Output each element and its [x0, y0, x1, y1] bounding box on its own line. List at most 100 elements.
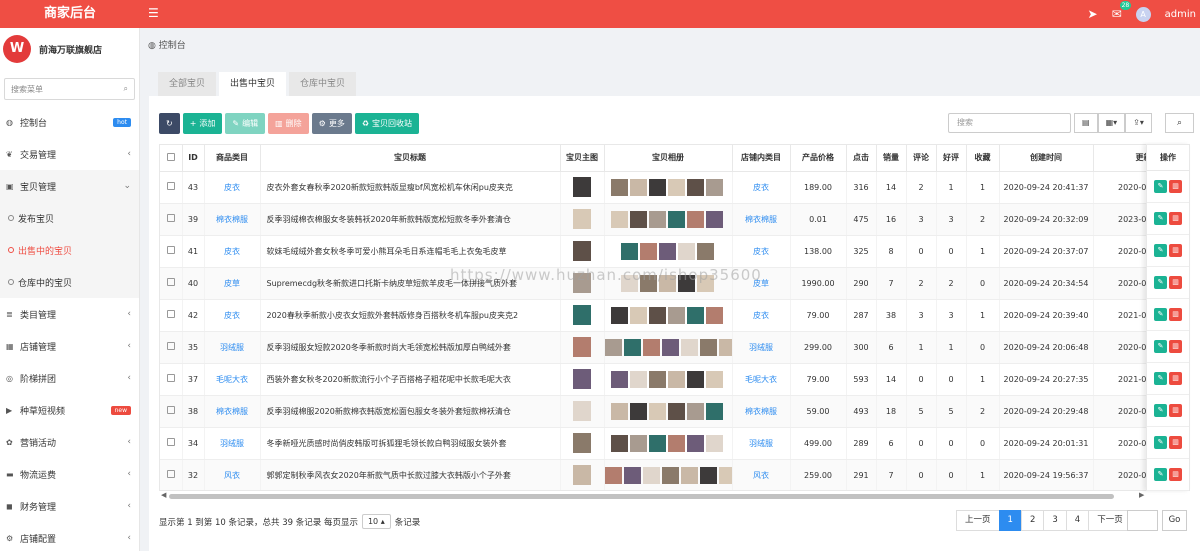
cell-shop-category[interactable]: 毛呢大衣 [732, 363, 791, 396]
tab-all[interactable]: 全部宝贝 [158, 72, 217, 96]
album-thumbnail[interactable] [687, 402, 704, 420]
scroll-left-arrow[interactable]: ◀ [161, 491, 166, 499]
message-icon[interactable]: ✉ 28 [1112, 1, 1132, 21]
cell-shop-category[interactable]: 棉衣棉服 [732, 203, 791, 236]
cell-category[interactable]: 羽绒服 [204, 427, 261, 460]
tab-on-sale[interactable]: 出售中宝贝 [219, 72, 287, 96]
menu-search-input[interactable]: 搜索菜单 ⌕ [4, 78, 135, 100]
album-thumbnail[interactable] [649, 434, 666, 452]
sidebar-item-2[interactable]: ❦ 交易管理 ‹ [0, 138, 139, 170]
album-thumbnail[interactable] [611, 370, 628, 388]
album-thumbnail[interactable] [604, 338, 622, 356]
album-thumbnail[interactable] [680, 466, 698, 484]
album-thumbnail[interactable] [630, 402, 647, 420]
album-thumbnail[interactable] [642, 338, 660, 356]
sidebar-subitem-3[interactable]: 仓库中的宝贝 [0, 266, 139, 298]
prev-page-button[interactable]: 上一页 [956, 510, 1000, 531]
album-thumbnail[interactable] [630, 370, 647, 388]
album-thumbnail[interactable] [668, 370, 685, 388]
album-thumbnail[interactable] [639, 242, 657, 260]
cell-main-image[interactable] [560, 459, 605, 490]
search-icon[interactable]: ⌕ [124, 84, 128, 94]
delete-row-button[interactable]: ▥ [1169, 340, 1182, 353]
album-thumbnail[interactable] [630, 178, 647, 196]
columns-button[interactable]: ▦▾ [1097, 113, 1126, 133]
album-thumbnail[interactable] [699, 466, 717, 484]
table-row[interactable]: 35 羽绒服 反季羽绒服女短款2020冬季新款时尚大毛领宽松韩版加厚白鸭绒外套 羽绒服… [160, 331, 1146, 364]
tab-warehouse[interactable]: 仓库中宝贝 [289, 72, 357, 96]
more-button[interactable]: ⚙ 更多 [311, 113, 352, 134]
go-button[interactable]: Go [1162, 510, 1187, 531]
table-row[interactable]: 38 棉衣棉服 反季羽绒棉服2020新款棉衣韩版宽松面包服女冬装外套短款棉袄清仓 棉衣… [160, 395, 1146, 428]
cell-category[interactable]: 风衣 [204, 459, 261, 490]
table-row[interactable]: 42 皮衣 2020春秋季新款小皮衣女短款外套韩版修身百搭秋冬机车服pu皮夹克2 皮衣… [160, 299, 1146, 332]
album-thumbnail[interactable] [620, 242, 638, 260]
add-button[interactable]: + 添加 [182, 113, 223, 134]
row-checkbox[interactable] [160, 459, 183, 490]
album-thumbnail[interactable] [668, 402, 685, 420]
cell-main-image[interactable] [560, 235, 605, 268]
album-thumbnail[interactable] [649, 370, 666, 388]
album-thumbnail[interactable] [630, 210, 647, 228]
page-4-button[interactable]: 4 [1065, 510, 1090, 531]
cell-shop-category[interactable]: 皮衣 [732, 299, 791, 332]
album-thumbnail[interactable] [611, 210, 628, 228]
delete-row-button[interactable]: ▥ [1169, 436, 1182, 449]
edit-row-button[interactable]: ✎ [1154, 340, 1167, 353]
delete-row-button[interactable]: ▥ [1169, 276, 1182, 289]
album-thumbnail[interactable] [623, 338, 641, 356]
page-2-button[interactable]: 2 [1020, 510, 1045, 531]
header-good-reviews[interactable]: 好评 [936, 145, 967, 172]
edit-button[interactable]: ✎ 编辑 [225, 113, 266, 134]
row-checkbox[interactable] [160, 395, 183, 428]
album-thumbnail[interactable] [699, 338, 717, 356]
page-1-button[interactable]: 1 [998, 510, 1022, 531]
album-thumbnail[interactable] [649, 402, 666, 420]
album-thumbnail[interactable] [604, 466, 622, 484]
cell-main-image[interactable] [560, 363, 605, 396]
cell-main-image[interactable] [560, 203, 605, 236]
sidebar-subitem-1[interactable]: 发布宝贝 [0, 202, 139, 234]
header-price[interactable]: 产品价格 [790, 145, 847, 172]
album-thumbnail[interactable] [687, 178, 704, 196]
album-thumbnail[interactable] [687, 434, 704, 452]
refresh-button[interactable]: ↻ [159, 113, 180, 134]
cell-main-image[interactable] [560, 299, 605, 332]
delete-row-button[interactable]: ▥ [1169, 404, 1182, 417]
edit-row-button[interactable]: ✎ [1154, 372, 1167, 385]
cell-category[interactable]: 毛呢大衣 [204, 363, 261, 396]
album-thumbnail[interactable] [668, 306, 685, 324]
cell-main-image[interactable] [560, 395, 605, 428]
album-thumbnail[interactable] [680, 338, 698, 356]
album-thumbnail[interactable] [649, 178, 666, 196]
advanced-search-button[interactable]: ⌕ [1165, 113, 1194, 133]
album-thumbnail[interactable] [668, 434, 685, 452]
album-thumbnail[interactable] [677, 242, 695, 260]
album-thumbnail[interactable] [706, 178, 723, 196]
edit-row-button[interactable]: ✎ [1154, 244, 1167, 257]
album-thumbnail[interactable] [687, 210, 704, 228]
album-thumbnail[interactable] [706, 434, 723, 452]
row-checkbox[interactable] [160, 235, 183, 268]
album-thumbnail[interactable] [668, 178, 685, 196]
album-thumbnail[interactable] [696, 242, 714, 260]
delete-row-button[interactable]: ▥ [1169, 212, 1182, 225]
album-thumbnail[interactable] [611, 306, 628, 324]
username[interactable]: admin [1165, 9, 1196, 20]
table-search-input[interactable]: 搜索 [948, 113, 1071, 133]
page-size-select[interactable]: 10 ▴ [361, 514, 391, 529]
cell-shop-category[interactable]: 风衣 [732, 459, 791, 490]
album-thumbnail[interactable] [611, 434, 628, 452]
scroll-right-arrow[interactable]: ▶ [1139, 491, 1144, 499]
row-checkbox[interactable] [160, 363, 183, 396]
cell-shop-category[interactable]: 羽绒服 [732, 427, 791, 460]
header-main-image[interactable]: 宝贝主图 [560, 145, 605, 172]
toggle-view-button[interactable]: ▤ [1074, 113, 1098, 133]
sidebar-item-11[interactable]: ⚙ 店铺配置 ‹ [0, 522, 139, 551]
edit-row-button[interactable]: ✎ [1154, 276, 1167, 289]
album-thumbnail[interactable] [630, 434, 647, 452]
cell-category[interactable]: 皮衣 [204, 299, 261, 332]
cell-category[interactable]: 皮衣 [204, 171, 261, 204]
album-thumbnail[interactable] [687, 306, 704, 324]
row-checkbox[interactable] [160, 171, 183, 204]
